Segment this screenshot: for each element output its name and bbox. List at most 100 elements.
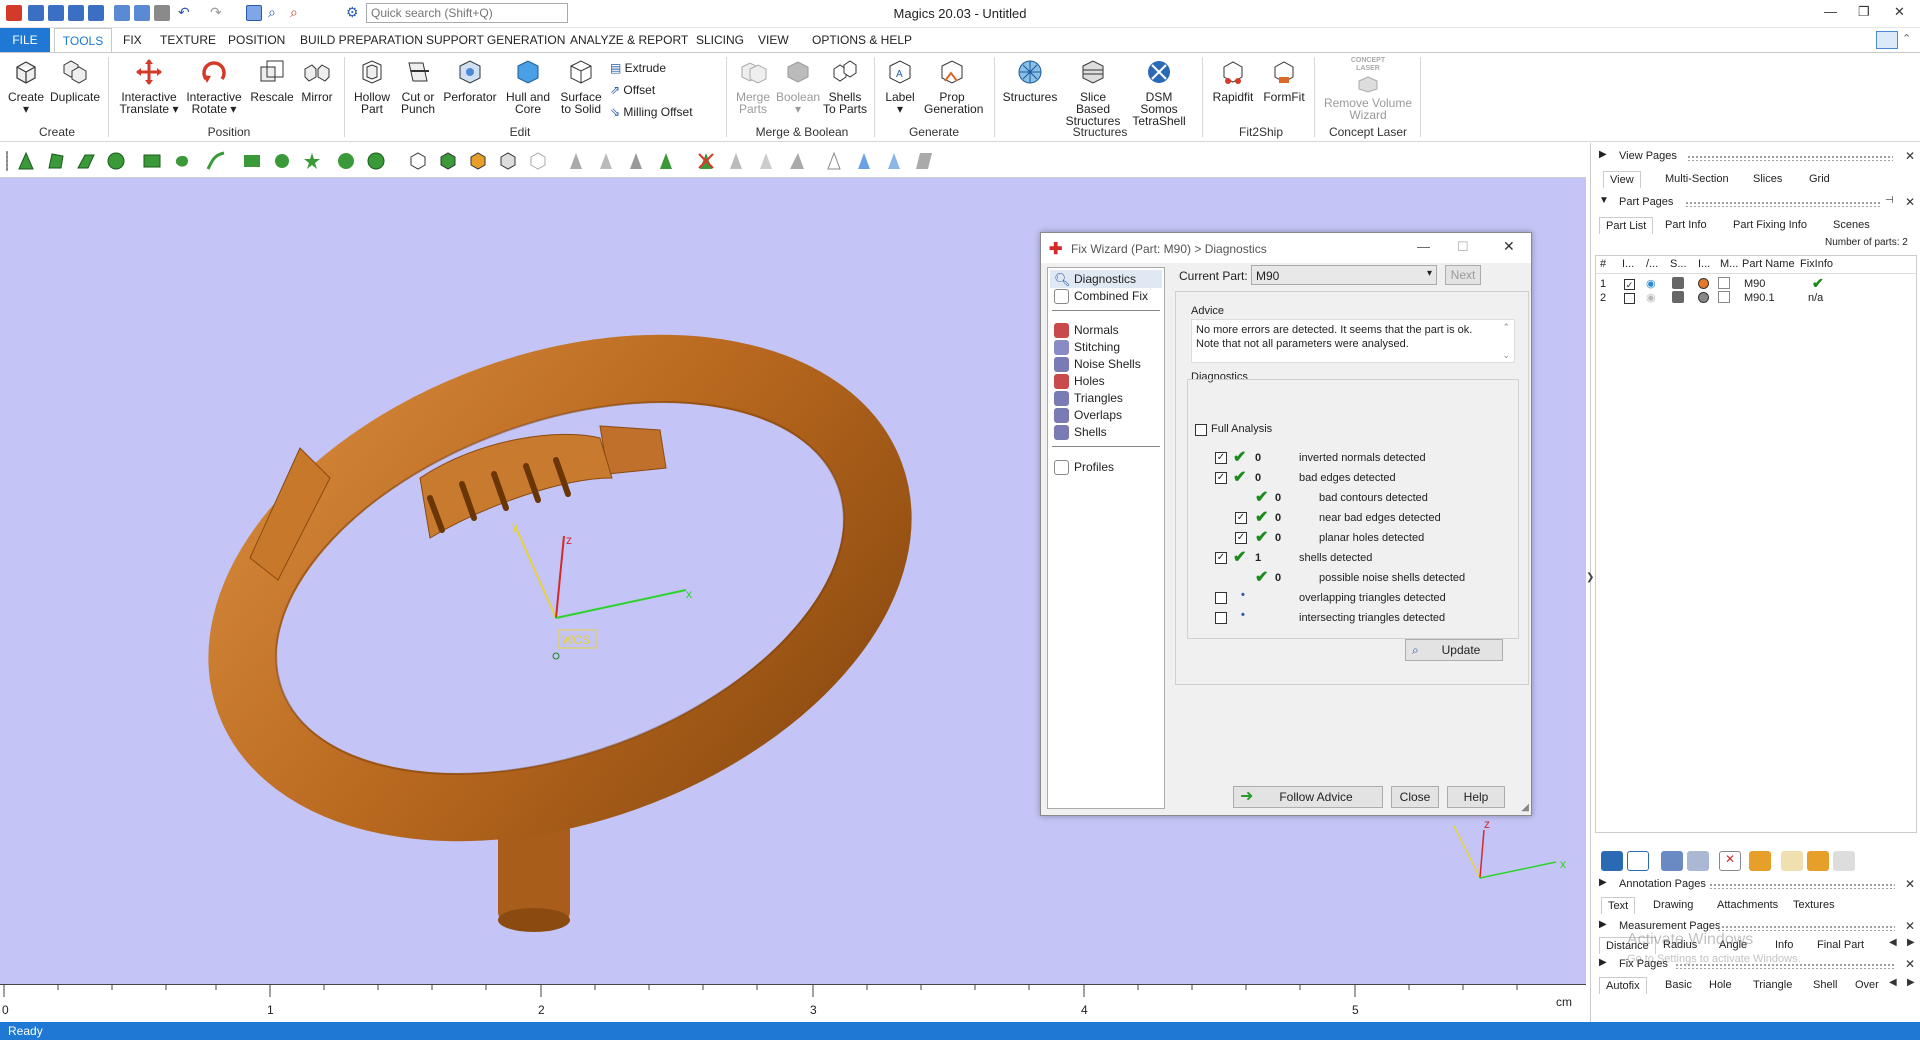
tab-autofix[interactable]: Autofix bbox=[1599, 977, 1647, 994]
bad-edges-checkbox[interactable]: ✓ bbox=[1215, 472, 1227, 484]
col-header[interactable]: I... bbox=[1698, 258, 1710, 270]
cut-or-punch-button[interactable]: Cut or Punch bbox=[396, 57, 440, 115]
shells-to-parts-button[interactable]: Shells To Parts bbox=[822, 57, 868, 115]
overlapping-triangles-checkbox[interactable] bbox=[1215, 592, 1227, 604]
fix-pages-header[interactable]: ▶ Fix Pages ✕ bbox=[1591, 957, 1920, 975]
select-polyline-icon[interactable] bbox=[206, 151, 226, 171]
inverted-normals-checkbox[interactable]: ✓ bbox=[1215, 452, 1227, 464]
part-tool-icon[interactable] bbox=[1781, 851, 1803, 871]
part-material-icon[interactable] bbox=[1718, 291, 1730, 303]
intersecting-triangles-checkbox[interactable] bbox=[1215, 612, 1227, 624]
dialog-close-x-button[interactable]: ✕ bbox=[1503, 238, 1515, 255]
select-surface-icon[interactable] bbox=[76, 151, 96, 171]
select-circle-icon[interactable] bbox=[336, 151, 356, 171]
close-pane-icon[interactable]: ✕ bbox=[1905, 877, 1915, 891]
restore-button[interactable]: ❐ bbox=[1858, 4, 1870, 20]
tab-build-preparation[interactable]: BUILD PREPARATION bbox=[300, 33, 423, 47]
splitter-handle[interactable]: ❯ bbox=[1586, 572, 1594, 583]
tab-triangle[interactable]: Triangle bbox=[1753, 979, 1792, 991]
tab-view[interactable]: VIEW bbox=[758, 33, 789, 47]
close-pane-icon[interactable]: ✕ bbox=[1905, 195, 1915, 209]
interactive-rotate-button[interactable]: Interactive Rotate ▾ bbox=[184, 57, 244, 115]
tab-file[interactable]: FILE bbox=[0, 28, 50, 52]
invert-marking-icon[interactable] bbox=[726, 151, 746, 171]
tab-texture[interactable]: TEXTURE bbox=[160, 33, 216, 47]
full-analysis-checkbox[interactable] bbox=[1195, 424, 1207, 436]
part-tool-icon[interactable] bbox=[1661, 851, 1683, 871]
nav-item-combined-fix[interactable]: Combined Fix bbox=[1074, 289, 1148, 303]
tab-text[interactable]: Text bbox=[1601, 897, 1636, 914]
tab-position[interactable]: POSITION bbox=[228, 33, 285, 47]
part-shading-icon[interactable] bbox=[1672, 277, 1684, 289]
tab-part-info[interactable]: Part Info bbox=[1665, 219, 1707, 231]
hull-and-core-button[interactable]: Hull and Core bbox=[502, 57, 554, 115]
merge-parts-button[interactable]: Merge Parts bbox=[732, 57, 774, 115]
eye-hidden-icon[interactable]: ◉ bbox=[1646, 291, 1656, 304]
nav-item-overlaps[interactable]: Overlaps bbox=[1074, 408, 1122, 422]
mirror-button[interactable]: Mirror bbox=[296, 57, 338, 103]
tab-final-part[interactable]: Final Part bbox=[1817, 939, 1864, 951]
part-front-icon[interactable] bbox=[438, 151, 458, 171]
surface-to-solid-button[interactable]: Surface to Solid bbox=[556, 57, 606, 115]
update-button[interactable]: ⌕ Update bbox=[1405, 639, 1503, 661]
tab-part-list[interactable]: Part List bbox=[1599, 217, 1654, 234]
nav-item-normals[interactable]: Normals bbox=[1074, 323, 1119, 337]
close-button[interactable]: Close bbox=[1391, 786, 1439, 808]
expand-marking-icon[interactable] bbox=[756, 151, 776, 171]
tab-fix[interactable]: FIX bbox=[123, 33, 142, 47]
tab-slices[interactable]: Slices bbox=[1753, 173, 1782, 185]
boolean-button[interactable]: Boolean ▾ bbox=[776, 57, 820, 115]
help-button[interactable]: Help bbox=[1447, 786, 1505, 808]
minimize-button[interactable]: — bbox=[1824, 4, 1837, 19]
close-pane-icon[interactable]: ✕ bbox=[1905, 957, 1915, 971]
nav-item-stitching[interactable]: Stitching bbox=[1074, 340, 1120, 354]
select-plane-icon[interactable] bbox=[46, 151, 66, 171]
tab-drawing[interactable]: Drawing bbox=[1653, 899, 1693, 911]
eye-visible-icon[interactable]: ◉ bbox=[1646, 277, 1656, 290]
duplicate-button[interactable]: Duplicate bbox=[50, 57, 100, 103]
planar-holes-checkbox[interactable]: ✓ bbox=[1235, 532, 1247, 544]
col-header[interactable]: /... bbox=[1646, 258, 1658, 270]
tab-view-page[interactable]: View bbox=[1603, 171, 1641, 188]
tab-attachments[interactable]: Attachments bbox=[1717, 899, 1778, 911]
tab-scroll-left-icon[interactable]: ◀ bbox=[1889, 937, 1897, 948]
part-color-swatch[interactable] bbox=[1698, 278, 1709, 289]
tab-grid[interactable]: Grid bbox=[1809, 173, 1830, 185]
hollow-part-button[interactable]: Hollow Part bbox=[350, 57, 394, 115]
extrude-button[interactable]: ▤ Extrude bbox=[610, 61, 666, 75]
nav-item-noise-shells[interactable]: Noise Shells bbox=[1074, 357, 1141, 371]
select-sphere-icon[interactable] bbox=[366, 151, 386, 171]
perforator-button[interactable]: Perforator bbox=[440, 57, 500, 103]
tab-overlaps[interactable]: Over bbox=[1855, 979, 1879, 991]
structures-button[interactable]: Structures bbox=[1000, 57, 1060, 103]
unmark-icon[interactable] bbox=[696, 151, 716, 171]
tab-basic[interactable]: Basic bbox=[1665, 979, 1692, 991]
resize-grip[interactable]: ◢ bbox=[1521, 802, 1529, 813]
dialog-minimize-button[interactable]: — bbox=[1417, 239, 1430, 254]
tab-scroll-right-icon[interactable]: ▶ bbox=[1907, 937, 1915, 948]
milling-offset-button[interactable]: ⇘ Milling Offset bbox=[610, 105, 693, 119]
view-pages-header[interactable]: ▶ View Pages ✕ bbox=[1591, 149, 1920, 167]
tab-hole[interactable]: Hole bbox=[1709, 979, 1732, 991]
part-select-checkbox[interactable] bbox=[1624, 293, 1635, 304]
delete-part-icon[interactable]: ✕ bbox=[1719, 851, 1741, 871]
part-tool-icon[interactable] bbox=[1601, 851, 1623, 871]
annotation-pages-header[interactable]: ▶ Annotation Pages ✕ bbox=[1591, 877, 1920, 895]
select-shell-icon[interactable] bbox=[106, 151, 126, 171]
close-window-button[interactable]: ✕ bbox=[1894, 4, 1905, 20]
part-tool-icon[interactable] bbox=[1749, 851, 1771, 871]
select-triangle-icon[interactable] bbox=[16, 151, 36, 171]
nav-item-diagnostics[interactable]: Diagnostics bbox=[1074, 272, 1136, 286]
part-name[interactable]: M90 bbox=[1744, 278, 1765, 290]
part-wire-icon[interactable] bbox=[498, 151, 518, 171]
mark-plane-icon[interactable] bbox=[596, 151, 616, 171]
offset-button[interactable]: ⇗ Offset bbox=[610, 83, 655, 97]
part-color-swatch[interactable] bbox=[1698, 292, 1709, 303]
tab-analyze-report[interactable]: ANALYZE & REPORT bbox=[570, 33, 688, 47]
rapidfit-button[interactable]: Rapidfit bbox=[1208, 57, 1258, 103]
nav-item-triangles[interactable]: Triangles bbox=[1074, 391, 1123, 405]
mark-surface-icon[interactable] bbox=[626, 151, 646, 171]
tab-scroll-left-icon[interactable]: ◀ bbox=[1889, 977, 1897, 988]
close-pane-icon[interactable]: ✕ bbox=[1905, 149, 1915, 163]
prop-generation-button[interactable]: Prop Generation bbox=[924, 57, 983, 115]
